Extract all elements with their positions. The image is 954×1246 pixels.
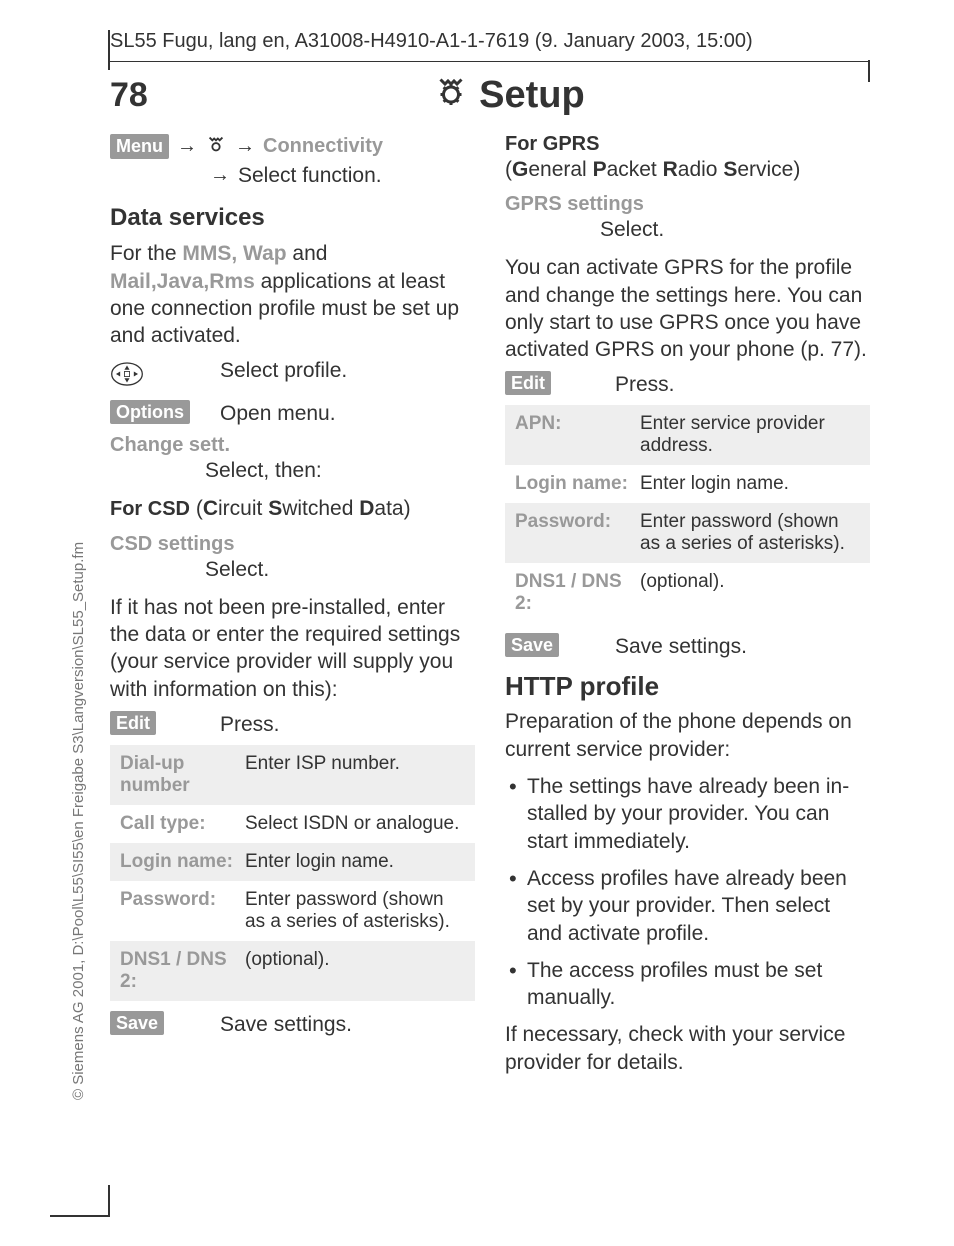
table-val: (optional). xyxy=(640,571,860,615)
table-key: Dial-up number xyxy=(120,753,245,797)
csd-settings-label: CSD settings xyxy=(110,533,475,556)
for-csd-line: For CSD (Circuit Switched Data) xyxy=(110,495,475,522)
setup-small-gear-icon xyxy=(205,133,227,160)
menu-path-line2: → Select function. xyxy=(110,162,475,189)
table-row: DNS1 / DNS 2:(optional). xyxy=(505,563,870,623)
save-settings-text: Save settings. xyxy=(615,635,870,659)
setup-gear-icon xyxy=(433,72,469,118)
table-row: Login name:Enter login name. xyxy=(505,465,870,503)
open-menu-text: Open menu. xyxy=(220,402,475,426)
save-row-right: Save Save settings. xyxy=(505,635,870,659)
arrow-icon: → xyxy=(235,135,255,158)
gprs-settings-label: GPRS settings xyxy=(505,193,870,216)
for-the-text: For the xyxy=(110,242,182,265)
edit-row-right: Edit Press. xyxy=(505,373,870,397)
arrow-icon: → xyxy=(177,135,197,158)
table-val: Enter password (shown as a series of ast… xyxy=(640,511,860,555)
and-text: and xyxy=(287,242,328,265)
save-settings-text: Save settings. xyxy=(220,1013,475,1037)
crop-mark-bottom-tick xyxy=(108,1185,110,1215)
save-pill: Save xyxy=(505,633,559,657)
table-row: Dial-up numberEnter ISP number. xyxy=(110,745,475,805)
table-row: Login name:Enter login name. xyxy=(110,843,475,881)
table-key: APN: xyxy=(515,413,640,457)
edit-pill: Edit xyxy=(505,371,551,395)
select-profile-text: Select profile. xyxy=(220,359,475,383)
csd-full-text: (Circuit Switched Data) xyxy=(190,497,411,520)
table-val: (optional). xyxy=(245,949,465,993)
edit-row-left: Edit Press. xyxy=(110,713,475,737)
press-text: Press. xyxy=(615,373,870,397)
table-key: Login name: xyxy=(515,473,640,495)
http-intro: Preparation of the phone depends on curr… xyxy=(505,708,870,763)
gprs-select-text: Select. xyxy=(505,218,870,242)
list-item: The settings have already been in­stalle… xyxy=(505,773,870,855)
page-content: SL55 Fugu, lang en, A31008-H4910-A1-1-76… xyxy=(110,30,870,1086)
table-val: Enter password (shown as a series of ast… xyxy=(245,889,465,933)
table-val: Enter login name. xyxy=(245,851,465,873)
table-key: Login name: xyxy=(120,851,245,873)
csd-desc: If it has not been pre-installed, enter … xyxy=(110,594,475,703)
edit-pill: Edit xyxy=(110,711,156,735)
table-key: Password: xyxy=(515,511,640,555)
save-row-left: Save Save settings. xyxy=(110,1013,475,1037)
table-val: Enter service provider address. xyxy=(640,413,860,457)
table-row: Password:Enter password (shown as a seri… xyxy=(110,881,475,941)
gprs-full-text: (General Packet Radio Service) xyxy=(505,156,870,183)
table-val: Select ISDN or ana­logue. xyxy=(245,813,465,835)
press-text: Press. xyxy=(220,713,475,737)
csd-table: Dial-up numberEnter ISP number. Call typ… xyxy=(110,745,475,1001)
http-bullet-list: The settings have already been in­stalle… xyxy=(505,773,870,1011)
select-then-text: Select, then: xyxy=(110,459,475,483)
table-row: DNS1 / DNS 2:(optional). xyxy=(110,941,475,1001)
options-row: Options Open menu. xyxy=(110,402,475,426)
options-pill: Options xyxy=(110,400,190,424)
select-profile-row: Select profile. xyxy=(110,359,475,394)
header-divider xyxy=(110,61,870,62)
list-item: The access profiles must be set manually… xyxy=(505,957,870,1012)
title-text: Setup xyxy=(479,74,585,117)
table-key: DNS1 / DNS 2: xyxy=(120,949,245,993)
columns: Menu → → Connectivity → Select function.… xyxy=(110,133,870,1086)
table-row: Call type:Select ISDN or ana­logue. xyxy=(110,805,475,843)
change-sett-label: Change sett. xyxy=(110,434,475,457)
page-number: 78 xyxy=(110,76,148,115)
menu-pill: Menu xyxy=(110,134,169,159)
table-val: Enter ISP number. xyxy=(245,753,465,797)
table-key: Call type: xyxy=(120,813,245,835)
side-copyright: © Siemens AG 2001, D:\Pool\L55\SI55\en F… xyxy=(70,542,87,1100)
data-services-para: For the MMS, Wap and Mail,Java,Rms appli… xyxy=(110,240,475,349)
list-item: Access profiles have already been set by… xyxy=(505,865,870,947)
header-line-text: SL55 Fugu, lang en, A31008-H4910-A1-1-76… xyxy=(110,30,870,53)
data-services-heading: Data services xyxy=(110,204,475,232)
phonekey-icon xyxy=(110,359,200,394)
gprs-table: APN:Enter service provider address. Logi… xyxy=(505,405,870,623)
table-val: Enter login name. xyxy=(640,473,860,495)
arrow-icon: → xyxy=(210,164,230,187)
csd-select-text: Select. xyxy=(110,558,475,582)
http-outro: If necessary, check with your service pr… xyxy=(505,1021,870,1076)
http-profile-heading: HTTP profile xyxy=(505,671,870,702)
mms-wap-label: MMS, Wap xyxy=(182,242,286,265)
table-key: DNS1 / DNS 2: xyxy=(515,571,640,615)
right-column: For GPRS (General Packet Radio Service) … xyxy=(505,133,870,1086)
gprs-desc: You can activate GPRS for the profile an… xyxy=(505,254,870,363)
crop-mark-bottom-line xyxy=(50,1215,110,1217)
mail-java-label: Mail,Java,Rms xyxy=(110,270,255,293)
for-csd-label: For CSD xyxy=(110,498,190,520)
title-row: 78 Setup xyxy=(110,72,870,118)
save-pill: Save xyxy=(110,1011,164,1035)
connectivity-label: Connectivity xyxy=(263,135,383,158)
page-title: Setup xyxy=(148,72,870,118)
table-row: APN:Enter service provider address. xyxy=(505,405,870,465)
left-column: Menu → → Connectivity → Select function.… xyxy=(110,133,475,1086)
table-row: Password:Enter password (shown as a seri… xyxy=(505,503,870,563)
menu-path-line1: Menu → → Connectivity xyxy=(110,133,475,160)
select-function-text: Select function. xyxy=(238,162,382,189)
table-key: Password: xyxy=(120,889,245,933)
for-gprs-label: For GPRS xyxy=(505,133,870,156)
